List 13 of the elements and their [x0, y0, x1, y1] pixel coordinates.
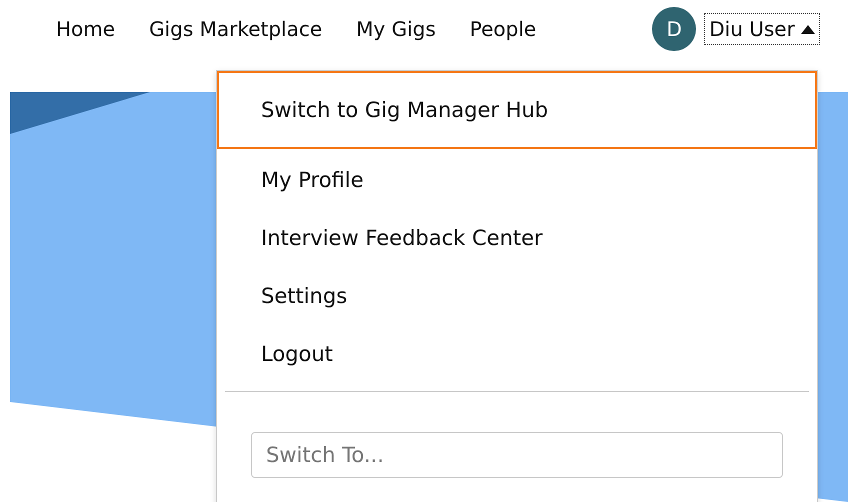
nav-link[interactable]: Gigs Marketplace — [133, 14, 338, 44]
caret-icon — [800, 24, 815, 34]
user-menu-button[interactable]: Diu User — [704, 13, 820, 45]
menu-item[interactable]: My Profile — [217, 149, 817, 207]
switch-to-field[interactable]: Switch To... — [251, 432, 783, 478]
nav-link[interactable]: Home — [40, 14, 132, 44]
menu-item[interactable]: Switch to Gig Manager Hub — [217, 71, 817, 149]
menu-item[interactable]: Interview Feedback Center — [217, 207, 817, 265]
nav-link[interactable]: My Gigs — [340, 14, 452, 44]
menu-item[interactable]: Settings — [217, 265, 817, 323]
user-avatar: D — [652, 7, 696, 51]
menu-item[interactable]: Logout — [217, 323, 817, 381]
nav-link[interactable]: People — [454, 14, 552, 44]
